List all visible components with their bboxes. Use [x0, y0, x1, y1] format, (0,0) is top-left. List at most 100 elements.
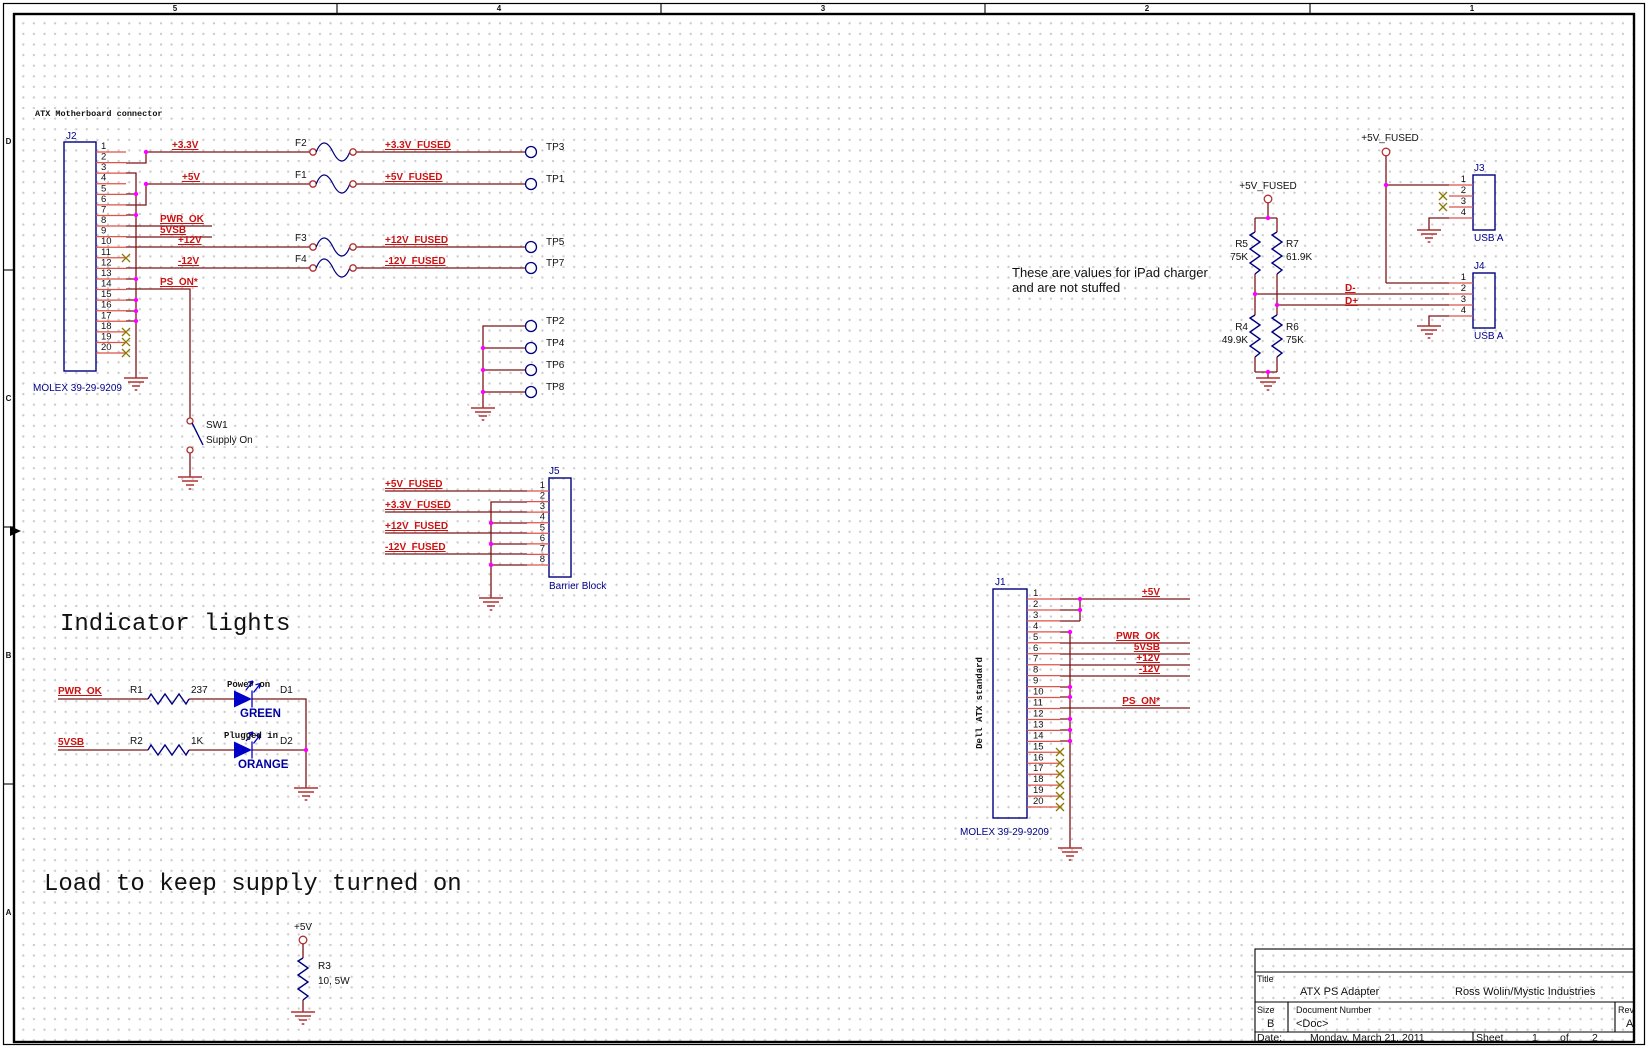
- pin-number: 4: [540, 512, 545, 523]
- zone-left-b: B: [6, 651, 12, 660]
- j1-net-12v: +12V: [1136, 653, 1160, 664]
- pin-number: 10: [101, 236, 112, 247]
- gnd-j4: [1417, 326, 1441, 338]
- connector-j3[interactable]: J3 USB A 1234: [1449, 163, 1504, 244]
- r7-ref: R7: [1286, 239, 1299, 250]
- zone-top-2: 2: [1145, 4, 1150, 13]
- zone-top-4: 4: [497, 4, 502, 13]
- testpoint-tp1[interactable]: [526, 179, 537, 190]
- j4-part: USB A: [1474, 331, 1504, 342]
- resistor-r1[interactable]: [148, 694, 189, 704]
- j2-pins: 1234567891011121314151617181920: [96, 141, 126, 353]
- pin-number: 19: [1033, 785, 1044, 796]
- ipad-note-line1: These are values for iPad charger: [1012, 265, 1208, 280]
- r2-ref: R2: [130, 736, 143, 747]
- pin-number: 1: [1461, 174, 1466, 185]
- connector-j5[interactable]: J5 Barrier Block 12345678: [527, 466, 607, 592]
- pin-number: 3: [1461, 196, 1466, 207]
- net-pson: PS_ON*: [160, 277, 198, 288]
- j5-net-12v-fused: +12V_FUSED: [385, 521, 448, 532]
- testpoint-tp8[interactable]: [526, 387, 537, 398]
- switch-sw1[interactable]: [187, 418, 203, 453]
- r1-ref: R1: [130, 685, 143, 696]
- pin-number: 3: [540, 501, 545, 512]
- net-12v-fused: +12V_FUSED: [385, 235, 448, 246]
- j5-part: Barrier Block: [549, 581, 607, 592]
- pin-number: 2: [101, 152, 106, 163]
- tb-title-label: Title: [1257, 974, 1274, 984]
- pin-number: 7: [101, 204, 106, 215]
- tp-gnd-wires: [483, 326, 526, 408]
- pin-number: 2: [1461, 185, 1466, 196]
- power-symbol-5v: [299, 936, 307, 944]
- pin-number: 6: [1033, 643, 1038, 654]
- load-title: Load to keep supply turned on: [44, 871, 462, 898]
- pin-number: 10: [1033, 687, 1044, 698]
- testpoint-tp7[interactable]: [526, 263, 537, 274]
- tb-company: Ross Wolin/Mystic Industries: [1455, 986, 1596, 998]
- resistor-r4[interactable]: [1250, 315, 1260, 357]
- r4-val: 49.9K: [1222, 335, 1248, 346]
- connector-j2[interactable]: J2 MOLEX 39-29-9209 12345678910111213141…: [33, 131, 126, 394]
- j3-pins: 1234: [1449, 174, 1473, 218]
- fuse-f4[interactable]: [310, 259, 356, 277]
- gnd-j3: [1417, 230, 1441, 242]
- connector-j1[interactable]: J1 Dell ATX standard MOLEX 39-29-9209 12…: [960, 577, 1060, 838]
- tb-sheet-of: of: [1560, 1032, 1569, 1044]
- resistor-r3[interactable]: [298, 958, 308, 1000]
- resistor-r7[interactable]: [1272, 232, 1282, 274]
- pin-number: 4: [1461, 207, 1466, 218]
- r2-val: 1K: [191, 736, 204, 747]
- pwr-right-label: +5V_FUSED: [1361, 133, 1419, 144]
- pin-number: 9: [1033, 676, 1038, 687]
- gnd-j2: [124, 378, 148, 390]
- resistor-r5[interactable]: [1250, 232, 1260, 274]
- net-12v: +12V: [178, 235, 202, 246]
- indicator-lights-title: Indicator lights: [60, 611, 290, 638]
- gnd-j1: [1058, 848, 1082, 860]
- net-5v: +5V: [182, 172, 200, 183]
- pin-number: 14: [101, 279, 112, 290]
- pin-number: 9: [101, 226, 106, 237]
- zone-left-d: D: [6, 137, 12, 146]
- j1-net-pson: PS_ON*: [1122, 696, 1160, 707]
- tb-sheet-total: 2: [1592, 1032, 1598, 1044]
- j1-pins: 1234567891011121314151617181920: [1027, 588, 1060, 807]
- fuse-f1[interactable]: [310, 175, 356, 193]
- tb-size: B: [1267, 1018, 1274, 1030]
- testpoint-tp3[interactable]: [526, 147, 537, 158]
- resistor-r2[interactable]: [148, 745, 189, 755]
- ind-net-5vsb: 5VSB: [58, 737, 84, 748]
- tb-doc: <Doc>: [1296, 1018, 1328, 1030]
- tb-doc-label: Document Number: [1296, 1005, 1372, 1015]
- testpoint-tp6[interactable]: [526, 365, 537, 376]
- resistor-r6[interactable]: [1272, 315, 1282, 357]
- tb-size-label: Size: [1257, 1005, 1275, 1015]
- pin-number: 1: [1033, 588, 1038, 599]
- zone-top-1: 1: [1470, 4, 1475, 13]
- r3-ref: R3: [318, 961, 331, 972]
- power-symbol-5v-fused-right: [1382, 148, 1390, 156]
- gnd-tp: [471, 408, 495, 420]
- j1-ref: J1: [995, 577, 1006, 588]
- pin-number: 5: [101, 183, 106, 194]
- fuse-f3[interactable]: [310, 238, 356, 256]
- j1-part: MOLEX 39-29-9209: [960, 827, 1049, 838]
- tp5-label: TP5: [546, 237, 565, 248]
- pin-number: 19: [101, 331, 112, 342]
- r1-val: 237: [191, 685, 208, 696]
- pin-number: 16: [1033, 752, 1044, 763]
- net-pwrok: PWR_OK: [160, 214, 205, 225]
- pin-number: 8: [1033, 665, 1038, 676]
- schematic-sheet: 5 4 3 2 1 D C B A ATX Motherboard connec…: [0, 0, 1648, 1048]
- pin-number: 13: [1033, 719, 1044, 730]
- pin-number: 1: [540, 480, 545, 491]
- net-dplus: D+: [1345, 296, 1358, 307]
- fuse-f2[interactable]: [310, 143, 356, 161]
- testpoint-tp5[interactable]: [526, 242, 537, 253]
- pin-number: 11: [1033, 698, 1043, 709]
- zone-top-3: 3: [821, 4, 826, 13]
- testpoint-tp4[interactable]: [526, 343, 537, 354]
- testpoint-tp2[interactable]: [526, 321, 537, 332]
- connector-j4[interactable]: J4 USB A 1234: [1449, 261, 1504, 342]
